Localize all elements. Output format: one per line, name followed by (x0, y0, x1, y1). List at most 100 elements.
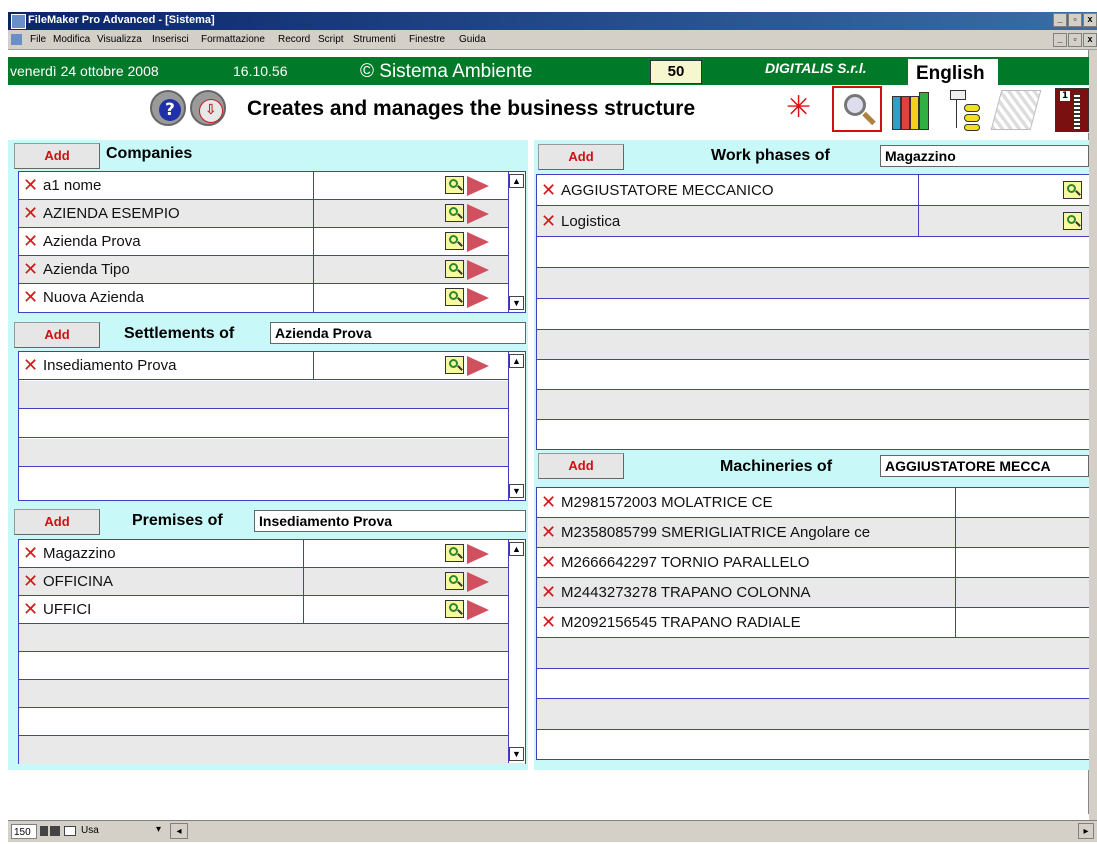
doc-minimize-button[interactable]: _ (1053, 33, 1067, 47)
scroll-up-icon[interactable]: ▲ (509, 174, 524, 188)
work-phase-row[interactable]: ✕ Logistica (537, 206, 1089, 237)
machinery-row[interactable]: ✕ M2092156545 TRAPANO RADIALE (537, 608, 1089, 638)
delete-icon[interactable]: ✕ (23, 573, 39, 591)
tree-icon[interactable] (946, 88, 988, 132)
menu-strumenti[interactable]: Strumenti (353, 34, 396, 45)
delete-icon[interactable]: ✕ (23, 261, 39, 279)
maximize-button[interactable]: ▫ (1068, 13, 1082, 27)
search-icon[interactable] (445, 232, 464, 250)
delete-icon[interactable]: ✕ (23, 233, 39, 251)
scroll-right-icon[interactable]: ▸ (1078, 823, 1094, 839)
scroll-down-icon[interactable]: ▼ (509, 747, 524, 761)
delete-icon[interactable]: ✕ (541, 584, 557, 602)
search-button[interactable] (832, 86, 882, 132)
search-icon[interactable] (445, 288, 464, 306)
menu-file[interactable]: File (30, 34, 46, 45)
search-icon[interactable] (445, 204, 464, 222)
mode-dropdown-icon[interactable]: ▾ (156, 824, 161, 835)
language-button[interactable]: English (908, 59, 998, 87)
add-machinery-button[interactable]: Add (538, 453, 624, 479)
search-icon[interactable] (1063, 212, 1082, 230)
zoom-level[interactable]: 150 (11, 824, 37, 839)
menu-formattazione[interactable]: Formattazione (201, 34, 265, 45)
scroll-left-icon[interactable]: ◂ (170, 823, 188, 839)
machinery-row[interactable]: ✕ M2666642297 TORNIO PARALLELO (537, 548, 1089, 578)
menu-inserisci[interactable]: Inserisci (152, 34, 189, 45)
machinery-row[interactable]: ✕ M2443273278 TRAPANO COLONNA (537, 578, 1089, 608)
go-arrow-icon[interactable] (467, 176, 489, 196)
doc-maximize-button[interactable]: ▫ (1068, 33, 1082, 47)
spark-icon[interactable]: ✳ (786, 92, 818, 124)
work-phase-row[interactable]: ✕ AGGIUSTATORE MECCANICO (537, 175, 1089, 206)
delete-icon[interactable]: ✕ (23, 357, 39, 375)
menu-guida[interactable]: Guida (459, 34, 486, 45)
binder-icon[interactable]: 1 (1055, 88, 1089, 132)
window-scrollbar[interactable] (1089, 50, 1097, 820)
company-row[interactable]: ✕ a1 nome (19, 172, 525, 200)
menu-finestre[interactable]: Finestre (409, 34, 445, 45)
delete-icon[interactable]: ✕ (541, 614, 557, 632)
machinery-row[interactable]: ✕ M2981572003 MOLATRICE CE (537, 488, 1089, 518)
machinery-row[interactable]: ✕ M2358085799 SMERIGLIATRICE Angolare ce (537, 518, 1089, 548)
company-row[interactable]: ✕ Azienda Tipo (19, 256, 525, 284)
add-premise-button[interactable]: Add (14, 509, 100, 535)
close-button[interactable]: x (1083, 13, 1097, 27)
scroll-up-icon[interactable]: ▲ (509, 354, 524, 368)
go-arrow-icon[interactable] (467, 544, 489, 564)
settlement-row[interactable]: ✕ Insediamento Prova (19, 352, 525, 380)
scroll-up-icon[interactable]: ▲ (509, 542, 524, 556)
search-icon[interactable] (445, 176, 464, 194)
companies-scrollbar[interactable]: ▲ ▼ (508, 172, 525, 312)
premise-row[interactable]: ✕ OFFICINA (19, 568, 525, 596)
scroll-down-icon[interactable]: ▼ (509, 484, 524, 498)
delete-icon[interactable]: ✕ (23, 177, 39, 195)
menu-record[interactable]: Record (278, 34, 310, 45)
company-row[interactable]: ✕ AZIENDA ESEMPIO (19, 200, 525, 228)
premises-scrollbar[interactable]: ▲ ▼ (508, 540, 525, 763)
go-arrow-icon[interactable] (467, 356, 489, 376)
go-arrow-icon[interactable] (467, 204, 489, 224)
search-icon[interactable] (445, 260, 464, 278)
add-company-button[interactable]: Add (14, 143, 100, 169)
go-arrow-icon[interactable] (467, 600, 489, 620)
delete-icon[interactable]: ✕ (541, 524, 557, 542)
delete-icon[interactable]: ✕ (23, 205, 39, 223)
go-arrow-icon[interactable] (467, 572, 489, 592)
premise-row (19, 708, 525, 736)
menu-modifica[interactable]: Modifica (53, 34, 90, 45)
exit-button[interactable]: ⇩ (190, 90, 226, 126)
company-row[interactable]: ✕ Azienda Prova (19, 228, 525, 256)
delete-icon[interactable]: ✕ (541, 554, 557, 572)
delete-icon[interactable]: ✕ (23, 601, 39, 619)
add-work-phase-button[interactable]: Add (538, 144, 624, 170)
premise-row[interactable]: ✕ Magazzino (19, 540, 525, 568)
search-icon[interactable] (445, 544, 464, 562)
scroll-down-icon[interactable]: ▼ (509, 296, 524, 310)
go-arrow-icon[interactable] (467, 260, 489, 280)
mode-selector[interactable]: Usa (81, 825, 99, 836)
search-icon[interactable] (445, 356, 464, 374)
delete-icon[interactable]: ✕ (23, 289, 39, 307)
search-icon[interactable] (1063, 181, 1082, 199)
go-arrow-icon[interactable] (467, 288, 489, 308)
help-button[interactable]: ? (150, 90, 186, 126)
company-row[interactable]: ✕ Nuova Azienda (19, 284, 525, 312)
doc-close-button[interactable]: x (1083, 33, 1097, 47)
search-icon[interactable] (445, 572, 464, 590)
minimize-button[interactable]: _ (1053, 13, 1067, 27)
premise-row[interactable]: ✕ UFFICI (19, 596, 525, 624)
delete-icon[interactable]: ✕ (541, 494, 557, 512)
delete-icon[interactable]: ✕ (23, 545, 39, 563)
status-toggle-icon[interactable] (64, 826, 76, 836)
delete-icon[interactable]: ✕ (541, 182, 557, 200)
search-icon[interactable] (445, 600, 464, 618)
add-settlement-button[interactable]: Add (14, 322, 100, 348)
go-arrow-icon[interactable] (467, 232, 489, 252)
menu-visualizza[interactable]: Visualizza (97, 34, 142, 45)
menu-script[interactable]: Script (318, 34, 344, 45)
settlements-scrollbar[interactable]: ▲ ▼ (508, 352, 525, 500)
books-icon[interactable] (890, 88, 938, 132)
zoom-in-icon[interactable] (50, 826, 60, 836)
zoom-out-icon[interactable] (40, 826, 48, 836)
delete-icon[interactable]: ✕ (541, 213, 557, 231)
